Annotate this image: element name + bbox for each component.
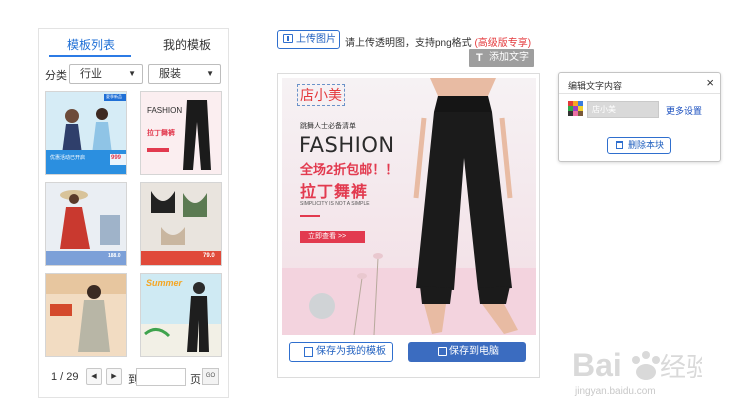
upload-image-label: 上传图片 (296, 34, 336, 45)
upload-tip: 请上传透明图，支持png格式 (高级版专享) (345, 34, 531, 49)
poster-preview[interactable]: 店小美 跳舞人士必备清单 FASHION 全场2折包邮！！ 拉丁舞裤 SIMPL… (282, 78, 536, 335)
text-tool-icon: T (476, 52, 483, 64)
poster-shop-text[interactable]: 店小美 (297, 84, 345, 106)
template-headline: Summer (146, 278, 183, 288)
save-as-template-label: 保存为我的模板 (316, 346, 386, 357)
subcategory-select-value: 服装 (159, 68, 181, 80)
template-thumbnail[interactable]: 188.0 (45, 182, 127, 266)
more-settings-link[interactable]: 更多设置 (666, 104, 702, 117)
design-canvas: 店小美 跳舞人士必备清单 FASHION 全场2折包邮！！ 拉丁舞裤 SIMPL… (277, 73, 540, 378)
template-thumbnail[interactable]: 夏季新品 优惠活动已开启 999 (45, 91, 127, 175)
color-picker-icon[interactable] (568, 101, 584, 117)
trash-icon (616, 141, 623, 149)
template-thumbnail[interactable]: Summer (140, 273, 222, 357)
category-select[interactable]: 行业 ▼ (69, 64, 143, 84)
edit-text-dialog: 编辑文字内容 × 店小美 更多设置 删除本块 (558, 72, 721, 162)
upload-tip-text: 请上传透明图，支持png格式 (345, 38, 472, 49)
template-1-image (46, 92, 126, 174)
watermark-url: jingyan.baidu.com (575, 386, 656, 397)
save-to-computer-label: 保存到电脑 (449, 346, 499, 357)
template-thumbnail[interactable]: 79.0 (140, 182, 222, 266)
upload-icon (283, 34, 293, 43)
save-icon (438, 347, 447, 356)
tab-my-templates[interactable]: 我的模板 (163, 36, 211, 53)
add-text-button[interactable]: T 添加文字 (469, 49, 534, 67)
delete-block-label: 删除本块 (628, 140, 665, 150)
poster-subtitle[interactable]: 跳舞人士必备清单 (300, 121, 356, 131)
template-thumbnail[interactable]: FASHION 拉丁舞裤 (140, 91, 222, 175)
add-text-label: 添加文字 (489, 52, 529, 63)
template-5-image (46, 274, 126, 356)
filter-label: 分类 (45, 70, 67, 82)
pagination: 1 / 29 ◀ ▶ 到 页 GO (51, 367, 221, 387)
template-price: 79.0 (203, 253, 215, 259)
template-headline: FASHION (147, 106, 183, 115)
chevron-down-icon: ▼ (128, 69, 136, 78)
template-caption: 优惠活动已开启 (50, 155, 86, 161)
page-label: 页 (190, 374, 201, 386)
subcategory-select[interactable]: 服装 ▼ (148, 64, 221, 84)
template-icon (304, 347, 313, 357)
premium-tip: (高级版专享) (474, 38, 532, 49)
upload-image-button[interactable]: 上传图片 (277, 30, 340, 49)
text-content-input[interactable]: 店小美 (587, 101, 659, 118)
category-select-value: 行业 (80, 68, 102, 80)
poster-cta[interactable]: 立即查看 >> (300, 231, 365, 243)
template-price: 188.0 (108, 253, 121, 259)
template-thumbnail[interactable] (45, 273, 127, 357)
next-page-button[interactable]: ▶ (106, 368, 122, 385)
dialog-title: 编辑文字内容 (568, 81, 623, 91)
filter-row: 分类 行业 ▼ 服装 ▼ (45, 64, 225, 84)
svg-text:Bai: Bai (572, 347, 622, 383)
tab-template-list[interactable]: 模板列表 (67, 36, 115, 53)
save-to-computer-button[interactable]: 保存到电脑 (408, 342, 526, 362)
delete-block-button[interactable]: 删除本块 (607, 137, 671, 154)
page-number-input[interactable] (136, 368, 186, 386)
poster-divider (300, 215, 320, 217)
template-badge: 夏季新品 (106, 94, 122, 99)
template-tabs: 模板列表 我的模板 (39, 29, 228, 57)
dialog-divider (559, 93, 720, 94)
go-button[interactable]: GO (202, 368, 219, 385)
prev-page-button[interactable]: ◀ (86, 368, 102, 385)
save-as-template-button[interactable]: 保存为我的模板 (289, 342, 393, 362)
template-title: 拉丁舞裤 (147, 130, 175, 137)
page-indicator: 1 / 29 (51, 371, 79, 383)
svg-text:经验: 经验 (660, 353, 702, 383)
active-tab-indicator (49, 55, 131, 57)
poster-headline[interactable]: FASHION (299, 133, 395, 157)
poster-title[interactable]: 拉丁舞裤 (300, 178, 368, 202)
template-panel: 模板列表 我的模板 分类 行业 ▼ 服装 ▼ 夏季新品 优惠活动已开启 999 … (38, 28, 229, 398)
chevron-down-icon: ▼ (206, 69, 214, 78)
poster-english-line[interactable]: SIMPLICITY IS NOT A SIMPLE (300, 201, 370, 207)
template-price: 999 (111, 155, 122, 161)
poster-promo[interactable]: 全场2折包邮！！ (300, 159, 398, 178)
close-icon[interactable]: × (706, 75, 714, 90)
baidu-watermark-logo: Bai 经验 (572, 347, 702, 383)
